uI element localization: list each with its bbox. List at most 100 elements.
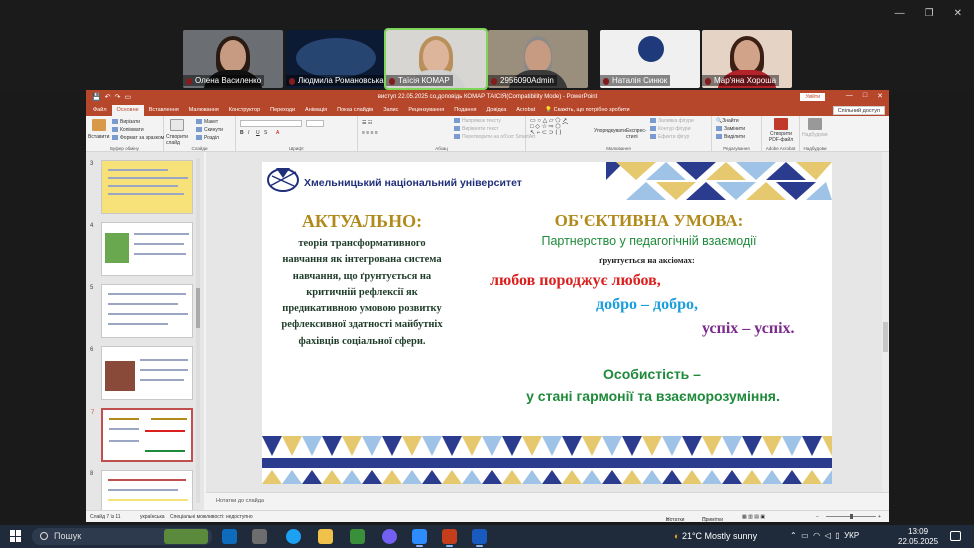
- slide-thumbnail[interactable]: 3: [90, 160, 193, 214]
- slide-thumbnail[interactable]: 8: [90, 470, 193, 510]
- tab-design[interactable]: Конструктор: [224, 105, 265, 116]
- addins-button[interactable]: Надбудови: [802, 132, 828, 138]
- close-icon[interactable]: ✕: [877, 92, 883, 100]
- outlook-icon[interactable]: [222, 529, 237, 544]
- participant-name: Мар'яна Хороша: [702, 75, 780, 86]
- layout-button[interactable]: Макет: [196, 119, 218, 125]
- tab-review[interactable]: Рецензування: [403, 105, 449, 116]
- windows-start-icon[interactable]: [10, 530, 22, 542]
- underline-button[interactable]: U: [256, 130, 260, 136]
- font-color-button[interactable]: A: [276, 130, 279, 136]
- tab-animations[interactable]: Анімація: [300, 105, 332, 116]
- minimize-icon[interactable]: —: [846, 92, 853, 100]
- participant-tile[interactable]: Наталія Синюк: [600, 30, 700, 88]
- tab-transitions[interactable]: Переходи: [265, 105, 300, 116]
- zoom-window-controls[interactable]: — ❐ ✕: [895, 8, 962, 19]
- slide-thumbnail[interactable]: 5: [90, 284, 193, 338]
- editor-scrollbar[interactable]: [882, 152, 889, 492]
- notes-pane[interactable]: Нотатки до слайда: [206, 492, 889, 510]
- replace-button[interactable]: Замінити: [716, 126, 745, 132]
- edge-icon[interactable]: [286, 529, 301, 544]
- tab-home[interactable]: Основне: [111, 105, 144, 116]
- shape-effects-button[interactable]: Ефекти фігур: [650, 134, 689, 140]
- cut-button[interactable]: Вирізати: [112, 119, 140, 125]
- new-slide-button[interactable]: Створити слайд: [166, 134, 194, 146]
- view-buttons[interactable]: ▦ ▥ ▤ ▣: [742, 514, 765, 520]
- italic-button[interactable]: I: [248, 130, 249, 136]
- tab-view[interactable]: Подання: [449, 105, 481, 116]
- tab-help[interactable]: Довідка: [481, 105, 511, 116]
- restore-icon[interactable]: ❐: [925, 8, 934, 19]
- smartart-button[interactable]: Перетворити на об'єкт SmartArt: [454, 134, 535, 140]
- powerpoint-app-icon[interactable]: [442, 529, 457, 547]
- slide-thumbnail-selected[interactable]: 7: [91, 408, 193, 462]
- chevron-up-icon: ⌃: [790, 531, 797, 540]
- notification-icon[interactable]: [950, 531, 961, 541]
- reset-button[interactable]: Скинути: [196, 127, 223, 133]
- taskbar-clock[interactable]: 13:09 22.05.2025: [898, 527, 938, 547]
- section-button[interactable]: Розділ: [196, 135, 219, 141]
- tab-record[interactable]: Запис: [378, 105, 403, 116]
- bullets-button[interactable]: ☰ ☷: [362, 120, 372, 126]
- slide-thumbnail[interactable]: 4: [90, 222, 193, 276]
- store-icon[interactable]: [350, 529, 365, 544]
- strikethrough-button[interactable]: S: [264, 130, 267, 136]
- file-explorer-icon[interactable]: [318, 529, 333, 544]
- font-name-field[interactable]: [240, 120, 302, 127]
- find-button[interactable]: 🔍Знайти: [716, 118, 739, 124]
- shape-fill-button[interactable]: Заливка фігури: [650, 118, 694, 124]
- participant-tile[interactable]: Олена Василенко: [183, 30, 283, 88]
- shapes-gallery[interactable]: ▭ ○ △ ▱ ⬠ ↗ □ ◇ ☆ ⇨ ⬡ ⌒ ↖ ⌐ ⊂ ⊃ ⟨ ⟩: [530, 118, 568, 136]
- align-buttons[interactable]: ≡ ≡ ≡ ≡: [362, 130, 378, 136]
- font-size-field[interactable]: [306, 120, 324, 127]
- system-tray[interactable]: ⌃ ▭ ◠ ◁ ▯ УКР: [790, 531, 859, 540]
- zoom-slider[interactable]: [826, 514, 876, 519]
- tab-draw[interactable]: Малювання: [184, 105, 224, 116]
- select-button[interactable]: Виділити: [716, 134, 745, 140]
- share-button[interactable]: Спільний доступ: [832, 106, 885, 115]
- quick-styles-button[interactable]: Експрес-стилі: [626, 128, 650, 140]
- new-slide-icon[interactable]: [170, 119, 184, 131]
- arrange-button[interactable]: Упорядкувати: [594, 128, 626, 134]
- word-app-icon[interactable]: [472, 529, 487, 547]
- weather-widget[interactable]: ◐ 21°C Mostly sunny: [674, 531, 757, 541]
- slide-thumbnail[interactable]: 6: [90, 346, 193, 400]
- tab-acrobat[interactable]: Acrobat: [511, 105, 540, 116]
- zoom-out-button[interactable]: −: [816, 514, 819, 520]
- tab-slideshow[interactable]: Показ слайдів: [332, 105, 378, 116]
- participant-tile[interactable]: 2956090Admin: [488, 30, 588, 88]
- text-direction-button[interactable]: Напрямок тексту: [454, 118, 501, 124]
- paste-icon[interactable]: [92, 119, 106, 131]
- close-icon[interactable]: ✕: [954, 8, 962, 19]
- thumbnail-scrollbar[interactable]: [196, 158, 200, 503]
- pdf-icon[interactable]: [774, 118, 788, 130]
- ribbon: Вставити Вирізати Копіювати Формат за зр…: [86, 116, 889, 152]
- participant-tile[interactable]: Мар'яна Хороша: [702, 30, 792, 88]
- create-pdf-button[interactable]: Створити PDF-файл: [764, 131, 798, 143]
- slide-canvas[interactable]: Хмельницький національний університет АК…: [262, 162, 832, 484]
- copy-button[interactable]: Копіювати: [112, 127, 144, 133]
- tab-file[interactable]: Файл: [88, 105, 112, 116]
- zoom-app-icon[interactable]: [412, 529, 427, 547]
- language-indicator[interactable]: українська: [140, 514, 165, 520]
- accessibility-status[interactable]: Спеціальні можливості: недоступно: [170, 514, 253, 520]
- participant-tile[interactable]: Таїсія КОМАР: [384, 28, 488, 90]
- title-bar: 💾 ↶ ↷ ▭ виступ 22.05.2025 со,доповідь КО…: [86, 90, 889, 104]
- clock-date: 22.05.2025: [898, 537, 939, 546]
- tab-insert[interactable]: Вставлення: [144, 105, 184, 116]
- maximize-icon[interactable]: □: [863, 92, 867, 100]
- calculator-icon[interactable]: [252, 529, 267, 544]
- taskbar-search[interactable]: Пошук: [32, 528, 212, 545]
- viber-icon[interactable]: [382, 529, 397, 544]
- sign-in-button[interactable]: Увійти: [800, 93, 825, 101]
- paste-button[interactable]: Вставити: [88, 134, 109, 140]
- shape-outline-button[interactable]: Контур фігури: [650, 126, 690, 132]
- participant-tile[interactable]: Людмила Романовська: [286, 30, 386, 88]
- bold-button[interactable]: B: [240, 130, 244, 136]
- minimize-icon[interactable]: —: [895, 8, 905, 19]
- align-text-button[interactable]: Вирівняти текст: [454, 126, 499, 132]
- format-painter-button[interactable]: Формат за зразком: [112, 135, 164, 141]
- tell-me-search[interactable]: 💡 Скажіть, що потрібно зробити: [540, 105, 634, 116]
- zoom-in-button[interactable]: +: [878, 514, 881, 520]
- addins-icon[interactable]: [808, 118, 822, 130]
